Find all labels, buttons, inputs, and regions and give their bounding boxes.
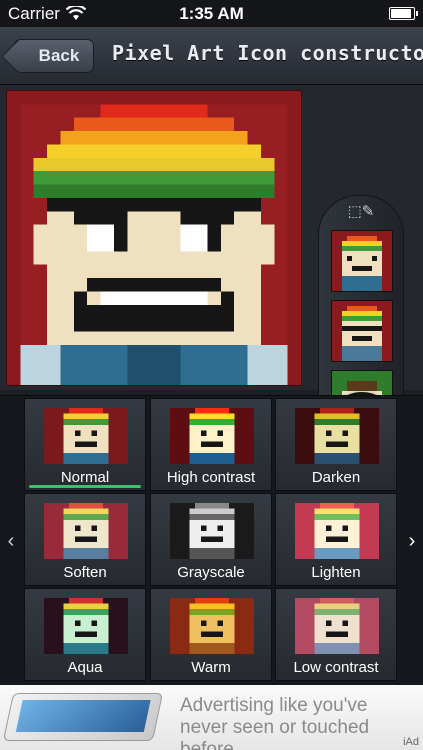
filter-normal[interactable]: Normal bbox=[24, 398, 146, 491]
status-bar: Carrier 1:35 AM bbox=[0, 0, 423, 27]
filter-lighten[interactable]: Lighten bbox=[275, 493, 397, 586]
ad-text: Advertising like you've never seen or to… bbox=[180, 695, 370, 750]
wifi-icon bbox=[65, 6, 86, 21]
filter-preview-avatar bbox=[314, 503, 360, 559]
battery-icon bbox=[389, 7, 418, 20]
carrier-group: Carrier bbox=[8, 4, 86, 24]
filter-preview bbox=[44, 503, 128, 559]
back-button-label: Back bbox=[38, 46, 80, 65]
filter-grid: ‹ › Normal High contrast Darken Soften Grays… bbox=[0, 395, 423, 685]
filter-preview bbox=[170, 598, 254, 654]
crop-edit-icon[interactable]: ⬚✎ bbox=[341, 202, 381, 222]
filter-label: Low contrast bbox=[293, 659, 379, 676]
filter-label: High contrast bbox=[166, 469, 256, 486]
chevron-right-icon[interactable]: › bbox=[401, 396, 423, 686]
filter-preview bbox=[44, 408, 128, 464]
filter-preview bbox=[170, 503, 254, 559]
thumb-avatar-2 bbox=[332, 301, 392, 361]
filter-preview bbox=[170, 408, 254, 464]
chevron-left-icon[interactable]: ‹ bbox=[0, 396, 22, 686]
filter-warm[interactable]: Warm bbox=[150, 588, 272, 681]
thumb-avatar-1 bbox=[332, 231, 392, 291]
filter-high-contrast[interactable]: High contrast bbox=[150, 398, 272, 491]
filter-low-contrast[interactable]: Low contrast bbox=[275, 588, 397, 681]
filter-grayscale[interactable]: Grayscale bbox=[150, 493, 272, 586]
page-title: Pixel Art Icon constructor bbox=[112, 41, 423, 65]
ad-banner[interactable]: Advertising like you've never seen or to… bbox=[0, 685, 423, 750]
filter-label: Warm bbox=[191, 659, 231, 676]
filter-preview-avatar bbox=[314, 408, 360, 464]
pixel-avatar-image bbox=[7, 91, 301, 385]
filter-soften[interactable]: Soften bbox=[24, 493, 146, 586]
filter-label: Darken bbox=[311, 469, 361, 486]
filter-label: Normal bbox=[60, 469, 110, 486]
avatar-preview[interactable] bbox=[6, 90, 302, 386]
filter-preview bbox=[295, 408, 379, 464]
filter-preview bbox=[44, 598, 128, 654]
editor-area: ⬚✎ bbox=[0, 85, 423, 467]
history-thumb-2[interactable] bbox=[331, 300, 393, 362]
selected-indicator bbox=[29, 485, 141, 488]
filter-label: Aqua bbox=[67, 659, 103, 676]
filter-preview-avatar bbox=[63, 598, 109, 654]
filter-label: Grayscale bbox=[177, 564, 245, 581]
ad-tag: iAd bbox=[403, 736, 419, 748]
carrier-label: Carrier bbox=[8, 3, 60, 23]
back-button[interactable]: Back bbox=[14, 39, 94, 73]
filter-label: Soften bbox=[63, 564, 107, 581]
filter-aqua[interactable]: Aqua bbox=[24, 588, 146, 681]
filter-label: Lighten bbox=[311, 564, 361, 581]
tablet-image bbox=[2, 693, 164, 741]
battery-fill bbox=[391, 9, 411, 18]
filter-preview-avatar bbox=[189, 408, 235, 464]
filter-preview-avatar bbox=[189, 503, 235, 559]
nav-bar: Back Pixel Art Icon constructor bbox=[0, 27, 423, 85]
filter-preview-avatar bbox=[189, 598, 235, 654]
history-thumb-1[interactable] bbox=[331, 230, 393, 292]
filter-preview bbox=[295, 503, 379, 559]
filter-preview-avatar bbox=[314, 598, 360, 654]
filter-darken[interactable]: Darken bbox=[275, 398, 397, 491]
filter-preview-avatar bbox=[63, 408, 109, 464]
filter-preview-avatar bbox=[63, 503, 109, 559]
filter-preview bbox=[295, 598, 379, 654]
